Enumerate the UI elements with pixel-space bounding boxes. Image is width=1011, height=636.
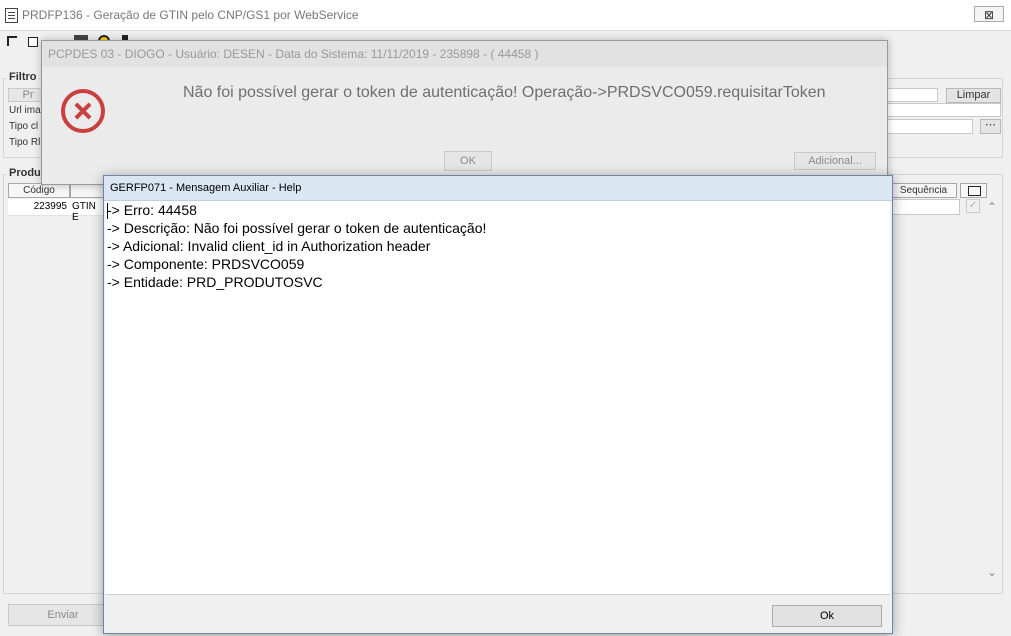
enviar-button[interactable]: Enviar — [8, 604, 118, 626]
row-desc: GTIN E — [72, 201, 96, 223]
error-dialog-title: PCPDES 03 - DIOGO - Usuário: DESEN - Dat… — [48, 47, 539, 61]
row-sequencia-cell[interactable] — [890, 199, 960, 215]
url-label: Url ima — [9, 105, 41, 116]
lookup-button[interactable]: ⋯ — [980, 119, 1001, 134]
ellipsis-icon: ⋯ — [985, 119, 996, 131]
error-dialog: PCPDES 03 - DIOGO - Usuário: DESEN - Dat… — [41, 40, 888, 185]
select-all-icon — [968, 186, 981, 196]
col-desc[interactable] — [70, 183, 105, 198]
help-line-entidade: -> Entidade: PRD_PRODUTOSVC — [107, 274, 323, 290]
help-dialog: GERFP071 - Mensagem Auxiliar - Help -> E… — [103, 175, 893, 634]
help-line-adicional: -> Adicional: Invalid client_id in Autho… — [107, 238, 431, 254]
help-line-componente: -> Componente: PRDSVCO059 — [107, 256, 305, 272]
document-icon — [5, 8, 18, 23]
row-codigo: 223995 — [33, 201, 67, 212]
help-line-descricao: -> Descrição: Não foi possível gerar o t… — [107, 220, 487, 236]
exit-arrow-icon[interactable] — [7, 34, 19, 46]
help-text-area[interactable]: -> Erro: 44458 -> Descrição: Não foi pos… — [105, 201, 890, 595]
error-message: Não foi possível gerar o token de autent… — [183, 84, 826, 101]
window-icon[interactable] — [28, 37, 38, 47]
limpar-button[interactable]: Limpar — [946, 88, 1001, 103]
tipo-input[interactable] — [886, 119, 973, 134]
row-checkbox[interactable]: ✓ — [966, 199, 980, 213]
error-ok-button[interactable]: OK — [444, 151, 492, 171]
help-line-erro: -> Erro: 44458 — [107, 202, 197, 218]
scroll-up-icon[interactable]: ⌃ — [987, 200, 999, 214]
tipo-label-2: Tipo Rl — [9, 137, 41, 148]
produtos-label: Produ — [7, 167, 43, 179]
table-row[interactable]: 223995 GTIN E — [8, 199, 105, 223]
main-window-titlebar: PRDFP136 - Geração de GTIN pelo CNP/GS1 … — [0, 0, 1011, 31]
error-icon — [61, 89, 105, 133]
help-ok-button[interactable]: Ok — [772, 605, 882, 627]
url-input-2[interactable] — [886, 103, 1001, 117]
url-input[interactable] — [886, 88, 938, 102]
main-close-button[interactable]: ⊠ — [974, 6, 1004, 22]
help-dialog-title: GERFP071 - Mensagem Auxiliar - Help — [110, 182, 302, 194]
help-dialog-titlebar: GERFP071 - Mensagem Auxiliar - Help — [104, 176, 892, 201]
error-dialog-titlebar: PCPDES 03 - DIOGO - Usuário: DESEN - Dat… — [42, 41, 887, 67]
col-sequencia[interactable]: Sequência — [890, 183, 957, 198]
col-codigo[interactable]: Código — [8, 183, 70, 198]
main-window-title: PRDFP136 - Geração de GTIN pelo CNP/GS1 … — [22, 8, 359, 22]
filtro-label: Filtro — [7, 71, 39, 83]
tipo-label-1: Tipo cl — [9, 121, 39, 132]
col-select[interactable] — [960, 183, 987, 198]
scroll-down-icon[interactable]: ⌄ — [987, 565, 999, 579]
adicional-button[interactable]: Adicional... — [794, 152, 876, 170]
